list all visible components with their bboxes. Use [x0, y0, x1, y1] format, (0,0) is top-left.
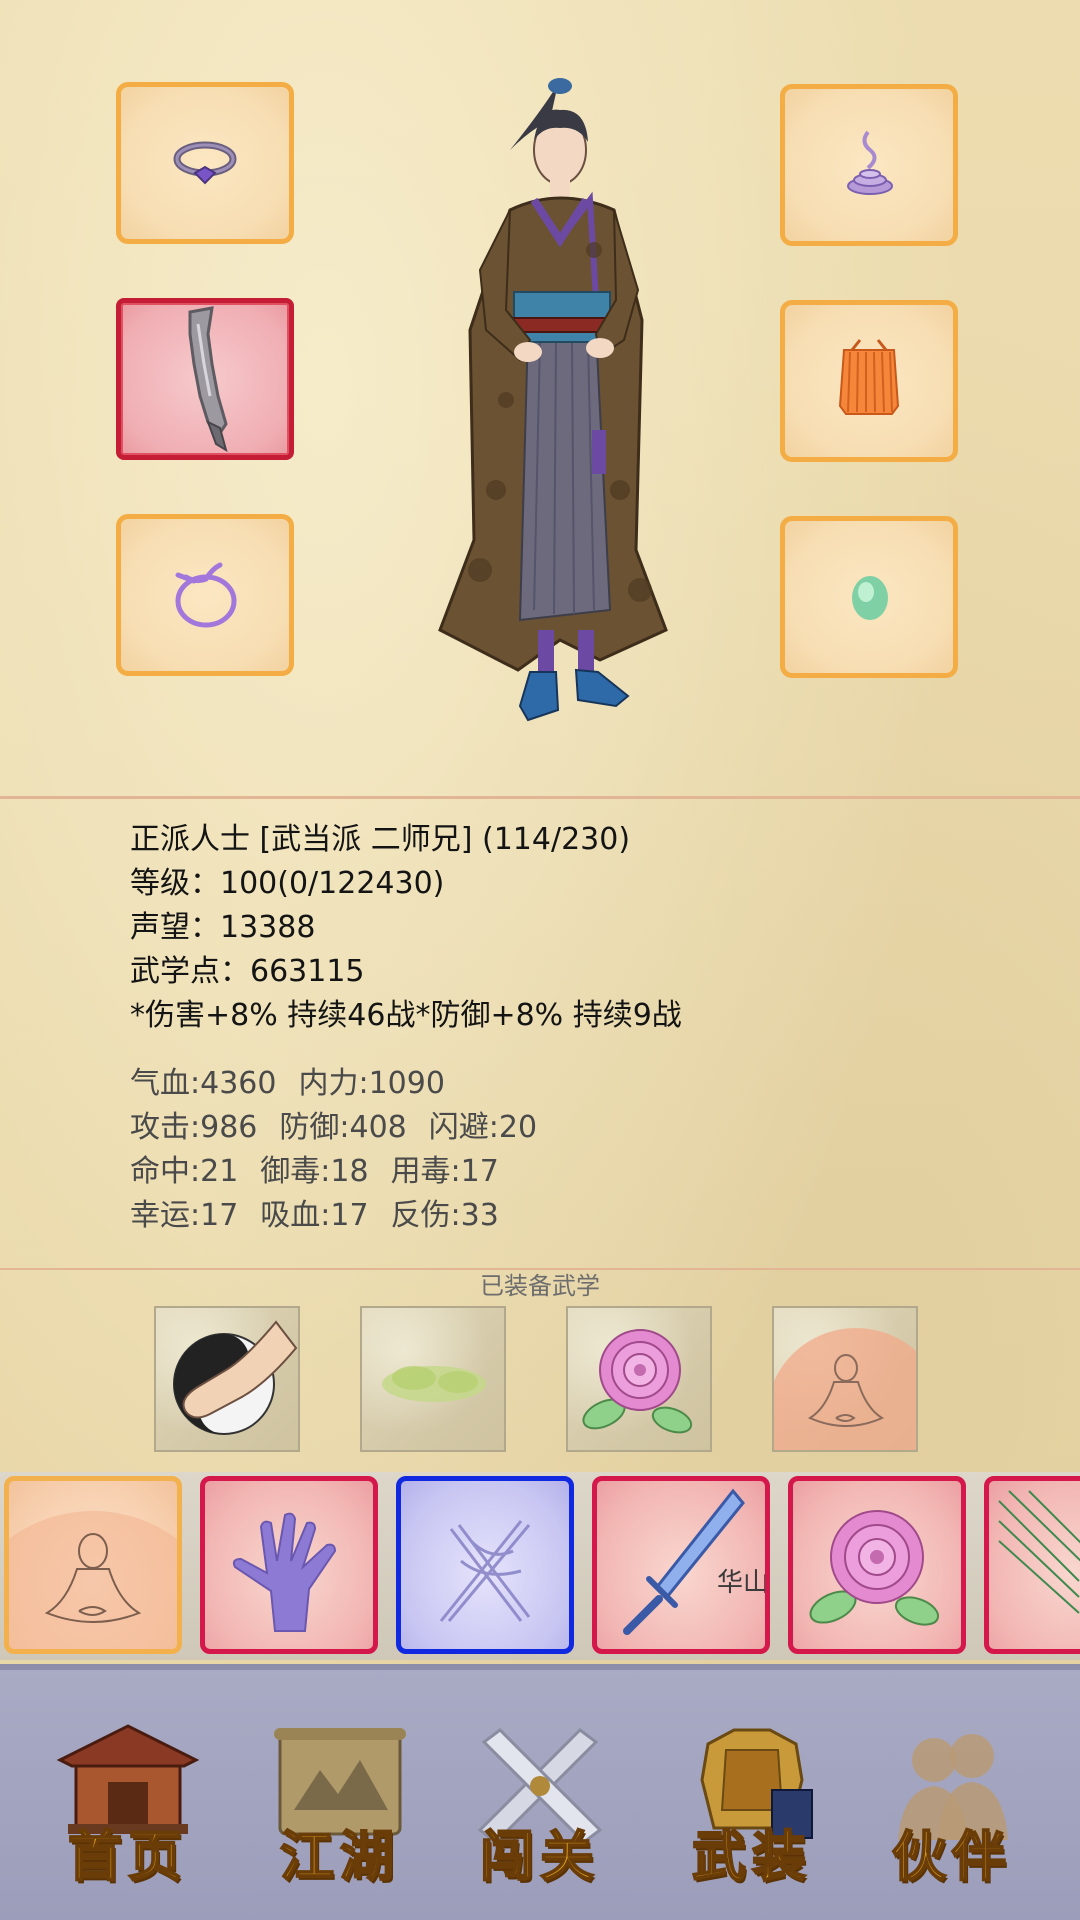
- nav-partner[interactable]: 伙伴: [862, 1720, 1042, 1889]
- stat-poison-use: 用毒:17: [390, 1154, 499, 1189]
- purple-hand-icon: [232, 1512, 337, 1632]
- stats-row: 攻击:986 防御:408 闪避:20: [130, 1106, 559, 1150]
- nav-home-label: 首页: [67, 1823, 188, 1889]
- skill-bar[interactable]: 华山: [0, 1472, 1080, 1660]
- nav-armory-label: 武装: [691, 1823, 812, 1889]
- nav-armory[interactable]: 武装: [662, 1720, 842, 1889]
- stats-row: 幸运:17 吸血:17 反伤:33: [130, 1194, 559, 1238]
- ring-icon: [173, 141, 237, 185]
- nav-partner-label: 伙伴: [891, 1823, 1012, 1889]
- crossed-swords-icon: [439, 1520, 531, 1622]
- skill-card-5[interactable]: [788, 1476, 966, 1654]
- blade-icon: [188, 306, 228, 453]
- meditation-icon: [774, 1328, 916, 1450]
- stat-hit: 命中:21: [130, 1154, 239, 1189]
- nav-home[interactable]: 首页: [38, 1720, 218, 1889]
- martial-points-line: 武学点：663115: [130, 954, 365, 989]
- stat-dodge: 闪避:20: [428, 1110, 538, 1145]
- combat-stats: 气血:4360 内力:1090 攻击:986 防御:408 闪避:20 命中:21 御毒…: [130, 1062, 559, 1238]
- huashan-label: 华山: [717, 1568, 765, 1598]
- equip-slot-jade[interactable]: [780, 516, 958, 678]
- equip-slot-ring[interactable]: [116, 82, 294, 244]
- leaves-icon: [998, 1490, 1080, 1614]
- skill-card-2[interactable]: [200, 1476, 378, 1654]
- profile-info: 正派人士 [武当派 二师兄] (114/230) 等级：100(0/122430…: [130, 818, 682, 1038]
- stat-hp: 气血:4360: [130, 1066, 277, 1101]
- stat-poison-resist: 御毒:18: [260, 1154, 369, 1189]
- equipped-skill-1[interactable]: [154, 1306, 300, 1452]
- skill-card-4[interactable]: 华山: [592, 1476, 770, 1654]
- taiji-palm-icon: [173, 1320, 298, 1435]
- skill-card-3[interactable]: [396, 1476, 574, 1654]
- equip-slot-armor[interactable]: [780, 300, 958, 462]
- bracelet-icon: [175, 562, 237, 628]
- stats-row: 命中:21 御毒:18 用毒:17: [130, 1150, 559, 1194]
- skill-card-6[interactable]: [984, 1476, 1080, 1654]
- stat-lifesteal: 吸血:17: [260, 1198, 369, 1233]
- stats-row: 气血:4360 内力:1090: [130, 1062, 559, 1106]
- equip-slot-weapon[interactable]: [116, 298, 294, 460]
- stat-mp: 内力:1090: [298, 1066, 445, 1101]
- nav-jianghu[interactable]: 江湖: [250, 1720, 430, 1889]
- incense-icon: [847, 130, 893, 195]
- stat-luck: 幸运:17: [130, 1198, 239, 1233]
- stat-defense: 防御:408: [279, 1110, 407, 1145]
- buffs-line: *伤害+8% 持续46战*防御+8% 持续9战: [130, 998, 682, 1033]
- meditation-icon: [9, 1511, 177, 1649]
- robe-icon: [838, 339, 900, 415]
- nav-challenge[interactable]: 闯关: [450, 1720, 630, 1889]
- prestige-line: 声望：13388: [130, 910, 316, 945]
- green-mist-icon: [382, 1366, 486, 1402]
- huashan-sword-icon: 华山: [623, 1488, 765, 1635]
- equipped-skill-3[interactable]: [566, 1306, 712, 1452]
- character-portrait: [438, 78, 668, 722]
- equipped-skills-label: 已装备武学: [480, 1272, 600, 1300]
- peony-icon: [809, 1510, 940, 1626]
- peony-icon: [582, 1329, 693, 1434]
- equip-slot-bracelet[interactable]: [116, 514, 294, 676]
- equip-slot-incense[interactable]: [780, 84, 958, 246]
- nav-jianghu-label: 江湖: [279, 1823, 400, 1889]
- equipped-skill-4[interactable]: [772, 1306, 918, 1452]
- divider-top: [0, 796, 1080, 799]
- bottom-nav: 首页 江湖 闯关 武装 伙伴: [0, 1664, 1080, 1920]
- equipped-skill-2[interactable]: [360, 1306, 506, 1452]
- title-line: 正派人士 [武当派 二师兄] (114/230): [130, 822, 631, 857]
- skill-card-1[interactable]: [4, 1476, 182, 1654]
- level-line: 等级：100(0/122430): [130, 866, 445, 901]
- stat-reflect: 反伤:33: [390, 1198, 499, 1233]
- jade-icon: [852, 576, 888, 620]
- nav-challenge-label: 闯关: [479, 1823, 600, 1889]
- stat-attack: 攻击:986: [130, 1110, 258, 1145]
